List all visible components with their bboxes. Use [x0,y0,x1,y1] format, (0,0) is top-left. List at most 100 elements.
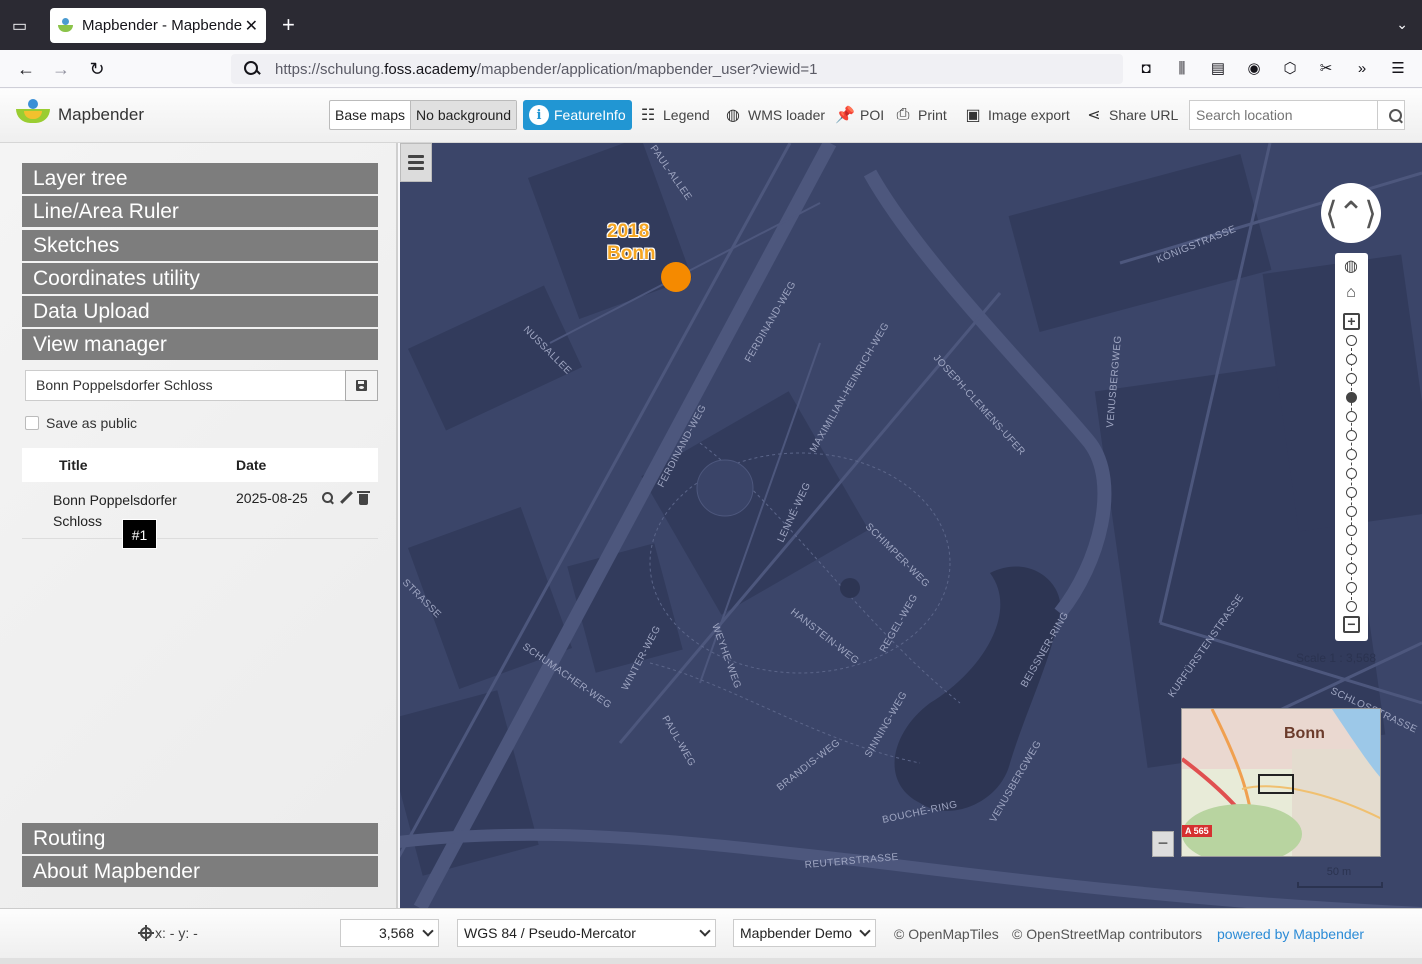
scale-select[interactable]: 3,568 [340,919,439,947]
zoom-level[interactable] [1346,373,1357,384]
tab-list-icon[interactable]: ▭ [12,16,32,36]
globe-icon: ◍ [726,107,740,124]
attribution-osm[interactable]: © OpenStreetMap contributors [1012,926,1202,942]
zoom-level[interactable] [1346,430,1357,441]
chevron-down-icon [699,925,711,937]
account-icon[interactable]: ◉ [1243,58,1265,80]
zoom-bar: ◍ ⌂ + − [1335,253,1368,641]
info-icon: i [529,105,549,125]
street-label: BRANDIS-WEG [775,737,843,793]
zoom-level[interactable] [1346,506,1357,517]
home-icon[interactable]: ⌂ [1341,283,1361,303]
menu-icon[interactable]: ☰ [1387,58,1409,80]
accordion-data-upload[interactable]: Data Upload [22,296,378,327]
browser-tabbar: ▭ Mapbender - Mapbende ✕ + ⌄ [0,0,1422,50]
delete-view-icon[interactable] [357,491,371,505]
zoom-level[interactable] [1346,335,1357,346]
zoom-level[interactable] [1346,601,1357,612]
legend-button[interactable]: ☷ Legend [638,100,710,130]
browser-tab[interactable]: Mapbender - Mapbende ✕ [50,8,266,43]
image-export-button[interactable]: ▣ Image export [963,100,1069,130]
zoom-in-button[interactable]: + [1343,313,1360,330]
accordion-line-area-ruler[interactable]: Line/Area Ruler [22,196,378,227]
background-switcher: Base maps No background [329,100,517,130]
attribution-openmaptiles[interactable]: © OpenMapTiles [894,926,999,942]
search-icon [243,60,261,78]
street-label: HANSTEIN-WEG [788,607,861,667]
taskbar-strip [0,958,1422,964]
chevron-down-icon[interactable]: ⌄ [1396,16,1408,33]
application-select[interactable]: Mapbender Demo [733,919,876,947]
mapbender-logo-icon [16,99,50,125]
powered-by-link[interactable]: powered by Mapbender [1217,926,1364,942]
accordion-about-mapbender[interactable]: About Mapbender [22,856,378,887]
accordion-coordinates-utility[interactable]: Coordinates utility [22,263,378,294]
rotate-north-icon[interactable]: ⟨⌃⟩ [1321,183,1381,243]
accordion-layer-tree[interactable]: Layer tree [22,163,378,194]
map-canvas[interactable]: NUSSALLEE FERDINAND-WEG MAXIMILIAN-HEINR… [400,143,1422,908]
wms-loader-button[interactable]: ◍ WMS loader [723,100,825,130]
tooltip: #1 [122,519,157,549]
zoom-level[interactable] [1346,411,1357,422]
views-table: Title Date Bonn Poppelsdorfer Schloss 20… [22,448,378,539]
poi-button[interactable]: 📌 POI [835,100,884,130]
zoom-level[interactable] [1346,487,1357,498]
map-menu-button[interactable] [400,143,432,182]
srs-select[interactable]: WGS 84 / Pseudo-Mercator [457,919,716,947]
url-bar[interactable]: https://schulung.foss.academy/mapbender/… [231,54,1123,84]
zoom-level[interactable] [1346,525,1357,536]
street-label: PAUL-WEG [659,714,697,769]
base-maps-button[interactable]: Base maps [330,101,410,129]
zoom-level[interactable] [1346,544,1357,555]
extensions-icon[interactable]: ⬡ [1279,58,1301,80]
search-button[interactable] [1377,101,1404,129]
zoom-level[interactable] [1346,563,1357,574]
column-date: Date [236,457,267,473]
crosshair-icon [138,925,154,941]
zoom-level[interactable] [1346,582,1357,593]
new-tab-icon[interactable]: + [282,14,295,36]
zoom-to-view-icon[interactable] [321,491,335,505]
overview-map[interactable]: Bonn A 565 [1181,708,1381,857]
list-icon: ☷ [640,107,656,124]
zoom-level[interactable] [1346,354,1357,365]
camera-icon: ▣ [965,107,981,124]
overview-extent-box[interactable] [1258,774,1294,794]
street-label: JOSEPH-CLEMENS-UFER [931,353,1027,458]
more-tools-icon[interactable]: » [1351,58,1373,80]
forward-icon[interactable]: → [50,58,72,80]
save-public-checkbox[interactable] [25,416,39,430]
view-title-input[interactable]: Bonn Poppelsdorfer Schloss [25,370,346,401]
featureinfo-button[interactable]: i FeatureInfo [523,100,632,130]
poi-marker[interactable] [661,262,691,292]
pocket-icon[interactable]: ◘ [1135,58,1157,80]
reload-icon[interactable]: ↻ [86,58,108,80]
table-row: Bonn Poppelsdorfer Schloss 2025-08-25 [22,482,378,539]
no-background-button[interactable]: No background [410,101,516,129]
print-button[interactable]: ⎙ Print [893,100,947,130]
table-header: Title Date [22,448,378,482]
overview-toggle-button[interactable]: − [1152,831,1174,857]
save-view-button[interactable] [345,370,378,401]
poi-label: 2018 Bonn [607,221,656,264]
accordion-sketches[interactable]: Sketches [22,230,378,261]
zoom-level[interactable] [1346,449,1357,460]
search-location-input[interactable] [1190,101,1377,129]
zoom-out-button[interactable]: − [1343,616,1360,633]
library-icon[interactable]: ⫼ [1171,58,1193,80]
street-label: REGEL-WEG [878,592,920,654]
back-icon[interactable]: ← [15,58,37,80]
screenshot-icon[interactable]: ✂ [1315,58,1337,80]
zoom-to-world-globe-icon[interactable]: ◍ [1341,257,1361,277]
accordion-routing[interactable]: Routing [22,823,378,854]
close-tab-icon[interactable]: ✕ [245,16,258,36]
accordion-view-manager[interactable]: View manager [22,329,378,360]
url-text: https://schulung.foss.academy/mapbender/… [275,60,818,78]
zoom-level[interactable] [1346,468,1357,479]
overview-city-label: Bonn [1284,725,1325,742]
zoom-level-current[interactable] [1346,392,1357,403]
share-url-button[interactable]: ⋖ Share URL [1084,100,1178,130]
sidebar-icon[interactable]: ▤ [1207,58,1229,80]
column-title: Title [59,457,88,473]
edit-view-icon[interactable] [339,491,353,505]
